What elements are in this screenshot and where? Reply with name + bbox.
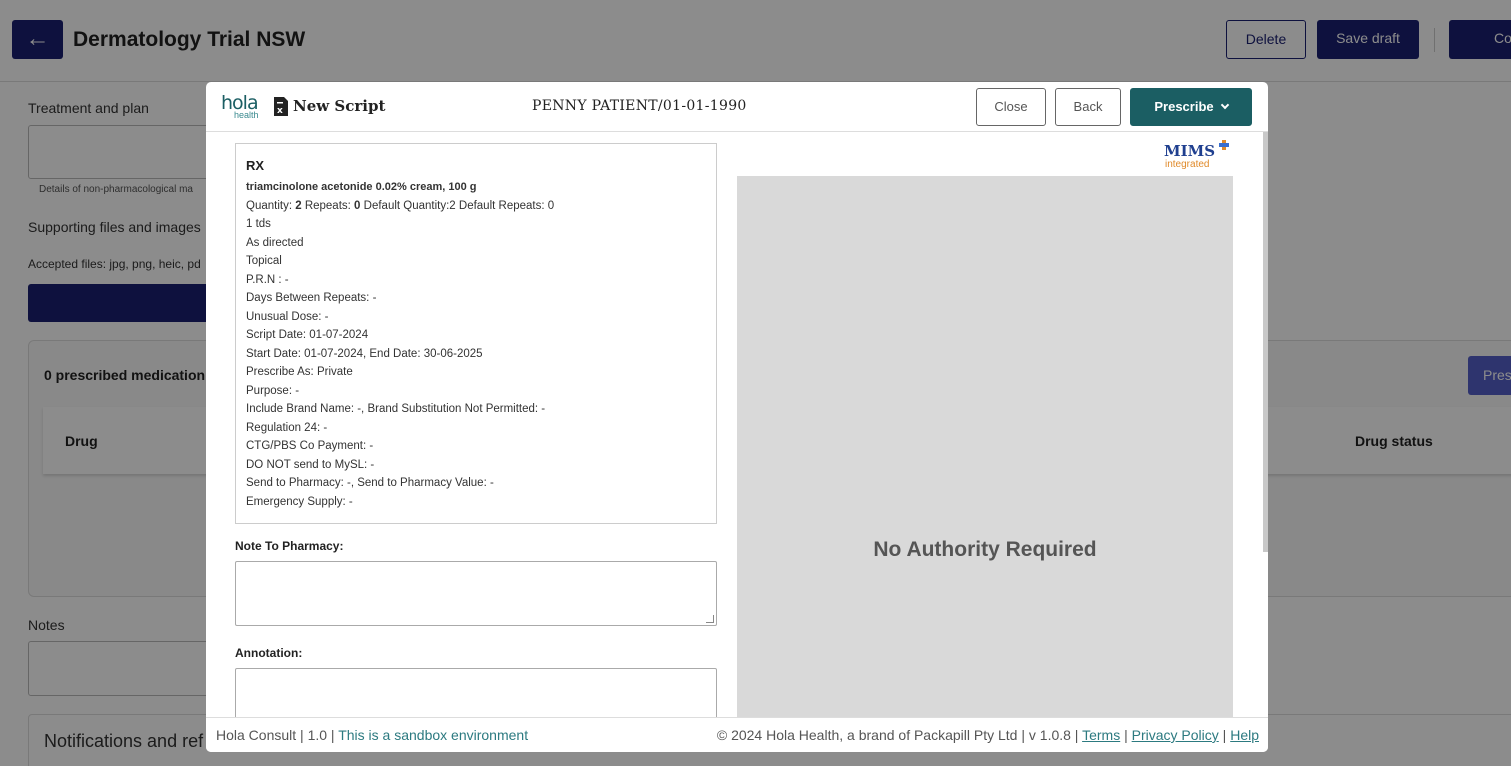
rx-line: Regulation 24: - — [246, 421, 328, 434]
modal-body[interactable]: RX triamcinolone acetonide 0.02% cream, … — [206, 132, 1268, 717]
rx-line: Script Date: 01-07-2024 — [246, 329, 369, 341]
rx-line: Unusual Dose: - — [246, 310, 329, 323]
prescription-document-icon: x — [274, 97, 288, 116]
rx-line: CTG/PBS Co Payment: - — [246, 440, 374, 452]
resize-handle-icon[interactable] — [706, 615, 714, 623]
rx-line: Prescribe As: Private — [246, 366, 353, 378]
svg-text:x: x — [277, 106, 283, 116]
authority-status: No Authority Required — [873, 538, 1097, 561]
footer-right: © 2024 Hola Health, a brand of Packapill… — [716, 727, 1259, 743]
rx-line: Start Date: 01-07-2024, End Date: 30-06-… — [246, 347, 483, 360]
modal-scrollbar[interactable] — [1263, 132, 1268, 552]
mims-integrated-logo: MIMS integrated — [1164, 140, 1234, 172]
rx-quantity-line: Quantity: 2 Repeats: 0 Default Quantity:… — [246, 199, 555, 212]
terms-link[interactable]: Terms — [1082, 727, 1120, 743]
rx-line: Days Between Repeats: - — [246, 292, 377, 304]
sandbox-notice: This is a sandbox environment — [338, 727, 529, 743]
authority-panel: No Authority Required — [737, 176, 1233, 717]
note-to-pharmacy-input[interactable] — [235, 561, 717, 626]
help-link[interactable]: Help — [1230, 727, 1259, 743]
annotation-input[interactable] — [235, 668, 717, 717]
rx-line: Purpose: - — [246, 384, 300, 397]
annotation-label: Annotation: — [235, 646, 303, 660]
chevron-down-icon — [1220, 100, 1229, 110]
modal-footer: Hola Consult | 1.0 | This is a sandbox e… — [206, 717, 1268, 752]
mims-cross-icon — [1219, 140, 1229, 150]
rx-details-box: RX triamcinolone acetonide 0.02% cream, … — [235, 143, 717, 524]
close-button[interactable]: Close — [976, 88, 1046, 126]
rx-line: Include Brand Name: -, Brand Substitutio… — [246, 403, 546, 415]
privacy-policy-link[interactable]: Privacy Policy — [1132, 727, 1219, 743]
hola-health-logo: hola health — [221, 92, 259, 120]
rx-line: Emergency Supply: - — [246, 495, 353, 508]
note-to-pharmacy-label: Note To Pharmacy: — [235, 539, 344, 553]
rx-title: RX — [246, 158, 265, 173]
patient-name-dob: PENNY PATIENT/01-01-1990 — [532, 98, 747, 114]
rx-line: 1 tds — [246, 218, 271, 230]
back-button[interactable]: Back — [1055, 88, 1121, 126]
modal-title: New Script — [293, 97, 386, 115]
rx-line: Send to Pharmacy: -, Send to Pharmacy Va… — [246, 477, 494, 489]
rx-line: P.R.N : - — [246, 273, 289, 286]
rx-drug-name: triamcinolone acetonide 0.02% cream, 100… — [246, 181, 477, 193]
prescribe-label: Prescribe — [1154, 99, 1214, 114]
rx-line: As directed — [246, 236, 304, 249]
new-script-modal: hola health x New Script PENNY PATIENT/0… — [206, 82, 1268, 752]
rx-line: DO NOT send to MySL: - — [246, 458, 375, 471]
prescribe-dropdown-button[interactable]: Prescribe — [1130, 88, 1252, 126]
footer-left: Hola Consult | 1.0 | This is a sandbox e… — [216, 727, 529, 743]
rx-line: Topical — [246, 255, 282, 267]
modal-header: hola health x New Script PENNY PATIENT/0… — [206, 82, 1268, 132]
